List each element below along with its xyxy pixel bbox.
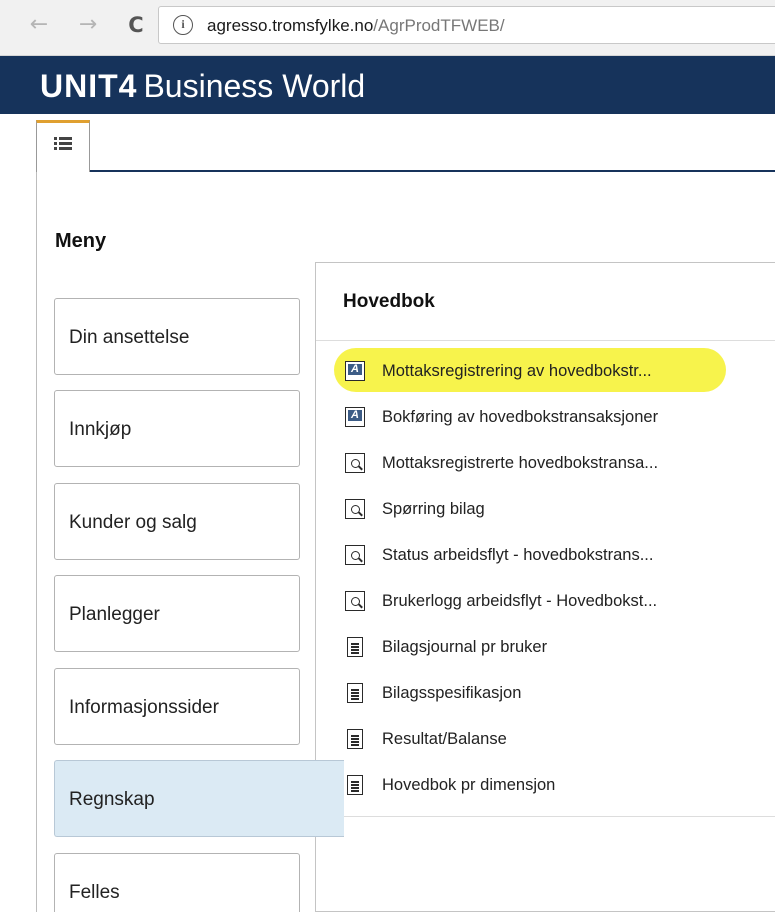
- category-label: Informasjonssider: [69, 697, 219, 718]
- logo-brand: UNIT4: [40, 68, 138, 104]
- reload-icon[interactable]: C: [125, 12, 147, 38]
- unit4-logo[interactable]: UNIT4 Business World: [40, 66, 365, 106]
- category-felles[interactable]: Felles: [54, 853, 300, 912]
- category-label: Regnskap: [69, 789, 155, 810]
- query-icon: [345, 545, 365, 565]
- panel-title: Hovedbok: [343, 291, 435, 312]
- menu-item-label: Status arbeidsflyt - hovedbokstrans...: [382, 546, 654, 564]
- category-label: Innkjøp: [69, 419, 132, 440]
- menu-item-label: Resultat/Balanse: [382, 730, 507, 748]
- logo-product: Business World: [143, 68, 366, 104]
- url-path: /AgrProdTFWEB/: [373, 16, 505, 35]
- category-label: Planlegger: [69, 604, 160, 625]
- panel-header: Hovedbok: [316, 263, 775, 341]
- category-kunder-og-salg[interactable]: Kunder og salg: [54, 483, 300, 560]
- app-header: UNIT4 Business World: [0, 56, 775, 114]
- list-icon: [54, 137, 72, 151]
- application-icon: [345, 407, 365, 427]
- report-icon: [347, 775, 363, 795]
- menu-item-hovedbok-pr-dimensjon[interactable]: Hovedbok pr dimensjon: [340, 768, 770, 804]
- url-text[interactable]: agresso.tromsfylke.no/AgrProdTFWEB/: [207, 16, 505, 36]
- back-arrow-icon[interactable]: ←: [28, 12, 50, 38]
- category-innkjop[interactable]: Innkjøp: [54, 390, 300, 467]
- query-icon: [345, 591, 365, 611]
- category-planlegger[interactable]: Planlegger: [54, 575, 300, 652]
- address-bar[interactable]: i agresso.tromsfylke.no/AgrProdTFWEB/: [158, 6, 775, 44]
- category-label: Felles: [69, 882, 120, 903]
- report-icon: [347, 637, 363, 657]
- main-content: Meny Din ansettelse Innkjøp Kunder og sa…: [36, 172, 775, 912]
- menu-item-brukerlogg[interactable]: Brukerlogg arbeidsflyt - Hovedbokst...: [340, 584, 770, 620]
- submenu-panel: Hovedbok Mottaksregistrering av hovedbok…: [315, 262, 775, 912]
- category-informasjonssider[interactable]: Informasjonssider: [54, 668, 300, 745]
- menu-item-label: Mottaksregistrerte hovedbokstransa...: [382, 454, 659, 472]
- menu-item-label: Bokføring av hovedbokstransaksjoner: [382, 408, 659, 426]
- menu-item-mottaksregistrerte[interactable]: Mottaksregistrerte hovedbokstransa...: [340, 446, 770, 482]
- category-din-ansettelse[interactable]: Din ansettelse: [54, 298, 300, 375]
- menu-title: Meny: [55, 230, 107, 252]
- report-icon: [347, 683, 363, 703]
- menu-item-label: Brukerlogg arbeidsflyt - Hovedbokst...: [382, 592, 658, 610]
- menu-item-label: Bilagsspesifikasjon: [382, 684, 522, 702]
- category-label: Kunder og salg: [69, 512, 197, 533]
- report-icon: [347, 729, 363, 749]
- forward-arrow-icon[interactable]: →: [77, 12, 99, 38]
- menu-item-bokforing[interactable]: Bokføring av hovedbokstransaksjoner: [340, 400, 770, 436]
- category-regnskap[interactable]: Regnskap: [54, 760, 344, 837]
- browser-toolbar: ← → C i agresso.tromsfylke.no/AgrProdTFW…: [0, 0, 775, 56]
- menu-item-bilagsjournal[interactable]: Bilagsjournal pr bruker: [340, 630, 770, 666]
- category-label: Din ansettelse: [69, 327, 190, 348]
- application-icon: [345, 361, 365, 381]
- panel-divider: [316, 816, 775, 817]
- info-icon[interactable]: i: [173, 15, 193, 35]
- menu-item-status-arbeidsflyt[interactable]: Status arbeidsflyt - hovedbokstrans...: [340, 538, 770, 574]
- query-icon: [345, 453, 365, 473]
- tab-strip: [36, 114, 775, 172]
- menu-item-label: Hovedbok pr dimensjon: [382, 776, 556, 794]
- menu-item-label: Spørring bilag: [382, 500, 485, 518]
- menu-tab[interactable]: [36, 120, 90, 172]
- menu-item-label: Mottaksregistrering av hovedbokstr...: [382, 362, 652, 380]
- url-host: agresso.tromsfylke.no: [207, 16, 374, 35]
- menu-item-mottaksregistrering[interactable]: Mottaksregistrering av hovedbokstr...: [334, 348, 770, 392]
- menu-item-resultat-balanse[interactable]: Resultat/Balanse: [340, 722, 770, 758]
- menu-item-sporring-bilag[interactable]: Spørring bilag: [340, 492, 770, 528]
- menu-item-label: Bilagsjournal pr bruker: [382, 638, 548, 656]
- query-icon: [345, 499, 365, 519]
- menu-item-bilagsspesifikasjon[interactable]: Bilagsspesifikasjon: [340, 676, 770, 712]
